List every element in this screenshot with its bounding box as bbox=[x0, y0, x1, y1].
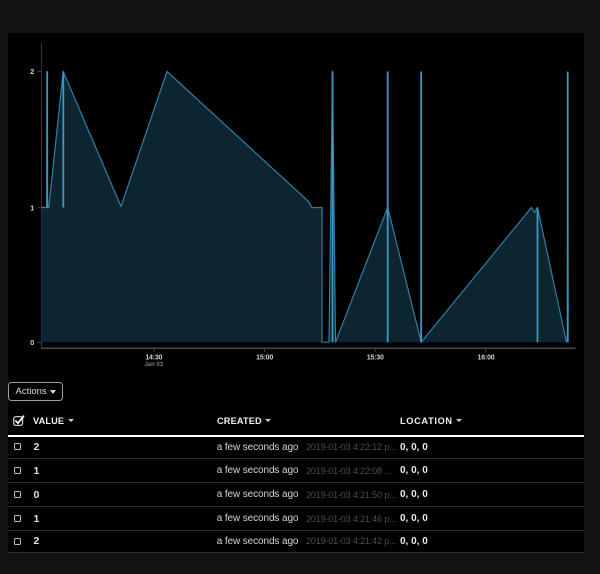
svg-text:14:30: 14:30 bbox=[145, 355, 162, 362]
svg-text:15:00: 15:00 bbox=[256, 355, 273, 362]
svg-text:Jan 03: Jan 03 bbox=[144, 362, 163, 368]
svg-text:16:00: 16:00 bbox=[478, 355, 495, 362]
svg-text:2: 2 bbox=[30, 67, 34, 76]
svg-text:1: 1 bbox=[30, 203, 34, 212]
svg-text:15:30: 15:30 bbox=[367, 355, 384, 362]
svg-text:0: 0 bbox=[30, 338, 34, 347]
